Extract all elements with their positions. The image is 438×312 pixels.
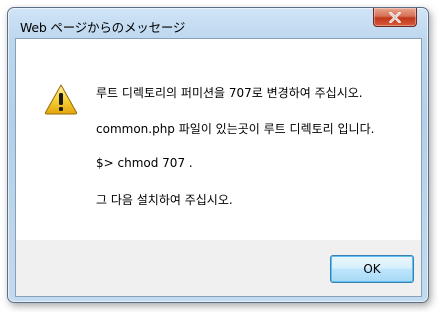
message-dialog-window: Web ページからのメッセージ 루트 디렉토리의 퍼미션을 707로 변경하여 …: [7, 7, 429, 303]
title-bar[interactable]: Web ページからのメッセージ: [8, 8, 428, 38]
window-title: Web ページからのメッセージ: [20, 20, 186, 35]
message-area: 루트 디렉토리의 퍼미션을 707로 변경하여 주십시오. common.php…: [16, 39, 421, 240]
dialog-body: 루트 디렉토리의 퍼미션을 707로 변경하여 주십시오. common.php…: [15, 38, 422, 297]
message-line-3: $> chmod 707 .: [96, 156, 193, 170]
message-line-2: common.php 파일이 있는곳이 루트 디렉토리 입니다.: [96, 122, 375, 136]
close-button[interactable]: [373, 8, 417, 27]
ok-button[interactable]: OK: [330, 255, 414, 283]
message-line-4: 그 다음 설치하여 주십시오.: [96, 193, 233, 207]
message-line-1: 루트 디렉토리의 퍼미션을 707로 변경하여 주십시오.: [96, 86, 363, 100]
warning-icon: [44, 84, 78, 115]
close-icon: [389, 12, 401, 23]
